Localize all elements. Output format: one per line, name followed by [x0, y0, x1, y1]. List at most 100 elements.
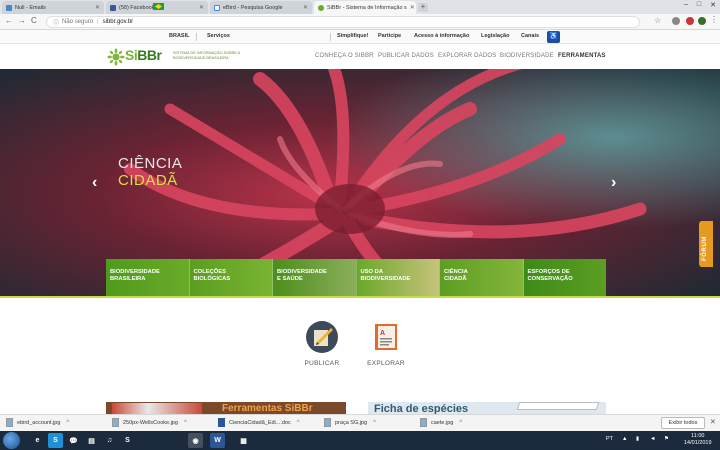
category-line: CONSERVAÇÃO: [527, 276, 573, 282]
mail-icon: [6, 4, 12, 11]
close-icon[interactable]: ✕: [710, 418, 716, 426]
species-banner[interactable]: Ficha de espécies: [368, 402, 606, 414]
ie-icon[interactable]: e: [30, 433, 45, 448]
category-line: CIDADÃ: [444, 276, 467, 282]
nav-ferramentas[interactable]: Ferramentas: [558, 53, 606, 59]
close-icon[interactable]: ✕: [196, 4, 204, 11]
chrome-icon[interactable]: ◉: [188, 433, 203, 448]
feature-explorar[interactable]: A EXPLORAR: [356, 320, 416, 367]
tools-banner[interactable]: Ferramentas SiBBr: [106, 402, 346, 414]
forward-button[interactable]: →: [18, 16, 26, 25]
gov-services-link[interactable]: Serviços: [207, 33, 230, 39]
minimize-button[interactable]: –: [684, 1, 688, 9]
sibbr-sun-logo-icon[interactable]: [107, 48, 125, 66]
publish-icon: [306, 321, 338, 353]
gov-country-link[interactable]: BRASIL: [169, 33, 189, 39]
chat-icon[interactable]: 💬: [66, 433, 81, 448]
gov-link-legislacao[interactable]: Legislação: [481, 33, 509, 39]
category-line: COLEÇÕES: [193, 269, 227, 275]
category-biodiversidade-saude[interactable]: BIODIVERSIDADE E SAÚDE: [273, 259, 357, 296]
system-clock[interactable]: 11:00 14/01/2019: [684, 433, 712, 447]
chevron-up-icon[interactable]: ^: [297, 420, 300, 426]
slider-next-arrow-icon[interactable]: ›: [611, 174, 616, 192]
show-all-downloads-button[interactable]: Exibir todos: [661, 417, 705, 429]
word-icon[interactable]: W: [210, 433, 225, 448]
media-player-icon[interactable]: ♫: [102, 433, 117, 448]
maximize-button[interactable]: □: [697, 1, 701, 9]
svg-text:A: A: [380, 330, 385, 337]
url-input[interactable]: ⓘ Não seguro | sibbr.gov.br: [46, 16, 640, 28]
bookmark-star-icon[interactable]: ☆: [654, 16, 661, 25]
download-filename: ebird_account.jpg: [17, 419, 61, 426]
start-button[interactable]: [3, 432, 20, 449]
tray-chevron-icon[interactable]: ▲: [622, 436, 627, 442]
network-icon[interactable]: ▮: [636, 436, 639, 442]
accessibility-icon[interactable]: ♿: [547, 31, 560, 43]
category-colecoes-biologicas[interactable]: COLEÇÕES BIOLÓGICAS: [189, 259, 273, 296]
download-item[interactable]: CienciaCidadã_Edi....doc ^: [218, 418, 300, 427]
hero-title-line1: CIÊNCIA: [118, 155, 183, 172]
info-icon[interactable]: ⓘ: [53, 18, 59, 27]
menu-icon[interactable]: ⋮: [710, 15, 718, 24]
download-shelf: ebird_account.jpg ^ 250px-WellsCooke.jpg…: [0, 414, 720, 431]
chevron-up-icon[interactable]: ^: [459, 420, 462, 426]
gov-link-acesso[interactable]: Acesso à informação: [414, 33, 469, 39]
clock-date: 14/01/2019: [684, 440, 712, 446]
download-filename: praça SG.jpg: [335, 419, 368, 426]
gov-link-simplifique[interactable]: Simplifique!: [337, 33, 368, 39]
slider-prev-arrow-icon[interactable]: ‹: [92, 174, 97, 192]
chevron-up-icon[interactable]: ^: [373, 420, 376, 426]
chevron-up-icon[interactable]: ^: [184, 420, 187, 426]
download-item[interactable]: 250px-WellsCooke.jpg ^: [112, 418, 187, 427]
nav-biodiversidade[interactable]: Biodiversidade: [500, 53, 554, 59]
feature-publicar[interactable]: PUBLICAR: [292, 320, 352, 367]
feature-label: PUBLICAR: [304, 360, 340, 367]
language-indicator[interactable]: PT: [606, 436, 613, 442]
close-icon[interactable]: ✕: [300, 4, 308, 11]
close-icon[interactable]: ✕: [92, 4, 100, 11]
extension-icon[interactable]: [672, 17, 680, 25]
new-tab-button[interactable]: +: [418, 3, 428, 12]
download-filename: CienciaCidadã_Edi....doc: [229, 419, 291, 426]
image-file-icon: [324, 418, 331, 427]
brazil-flag-icon: [153, 3, 164, 10]
gov-link-canais[interactable]: Canais: [521, 33, 539, 39]
close-icon[interactable]: ✕: [407, 4, 415, 11]
browser-tab-email[interactable]: Null - Emails ✕: [2, 1, 104, 14]
folder-icon[interactable]: ▤: [84, 433, 99, 448]
back-button[interactable]: ←: [5, 16, 13, 25]
divider: [196, 33, 197, 41]
skype-icon[interactable]: S: [48, 433, 63, 448]
skype-icon[interactable]: S: [120, 433, 135, 448]
download-item[interactable]: praça SG.jpg ^: [324, 418, 376, 427]
browser-tab-google[interactable]: eBird - Pesquisa Google ✕: [210, 1, 312, 14]
close-window-button[interactable]: ✕: [710, 1, 716, 9]
reload-button[interactable]: C: [31, 16, 37, 25]
chevron-up-icon[interactable]: ^: [66, 420, 69, 426]
category-uso-biodiversidade[interactable]: USO DA BIODIVERSIDADE: [356, 259, 440, 296]
profile-avatar[interactable]: [698, 17, 706, 25]
nav-publicar-dados[interactable]: Publicar dados: [378, 53, 434, 59]
category-biodiversidade-brasileira[interactable]: BIODIVERSIDADE BRASILEIRA: [106, 259, 190, 296]
category-strip: BIODIVERSIDADE BRASILEIRA COLEÇÕES BIOLÓ…: [106, 259, 606, 296]
extension-icon[interactable]: [686, 17, 694, 25]
calculator-icon[interactable]: ▦: [236, 433, 251, 448]
hero-title-line2: CIDADÃ: [118, 172, 178, 189]
forum-tab[interactable]: FÓRUM: [699, 221, 713, 267]
tab-label: SiBBr - Sistema de Informação s: [327, 4, 407, 11]
download-item[interactable]: caete.jpg ^: [420, 418, 462, 427]
site-logo[interactable]: SiBBr: [125, 47, 162, 63]
volume-icon[interactable]: ◄: [650, 436, 655, 442]
image-file-icon: [6, 418, 13, 427]
browser-tab-sibbr[interactable]: SiBBr - Sistema de Informação s ✕: [314, 1, 416, 14]
flag-icon[interactable]: ⚑: [664, 436, 669, 442]
category-line: BRASILEIRA: [110, 276, 146, 282]
category-esforcos-conservacao[interactable]: ESFORÇOS DE CONSERVAÇÃO: [523, 259, 606, 296]
gov-link-participe[interactable]: Participe: [378, 33, 401, 39]
nav-explorar-dados[interactable]: Explorar dados: [438, 53, 496, 59]
download-item[interactable]: ebird_account.jpg ^: [6, 418, 69, 427]
nav-conheca[interactable]: Conheça o SiBBr: [315, 53, 374, 59]
category-ciencia-cidada[interactable]: CIÊNCIA CIDADÃ: [440, 259, 524, 296]
category-line: E SAÚDE: [277, 276, 303, 282]
logo-suffix: BBr: [137, 47, 162, 63]
